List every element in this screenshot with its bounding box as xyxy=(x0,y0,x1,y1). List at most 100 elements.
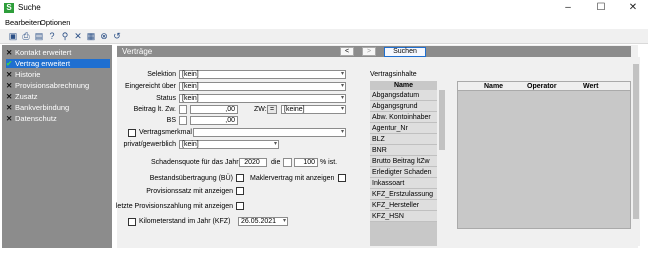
selektion-select[interactable]: [kein] ▾ xyxy=(179,70,346,79)
menu-optionen[interactable]: Optionen xyxy=(40,18,70,27)
list-item[interactable]: BLZ xyxy=(370,134,437,145)
kilometerstand-label: Kilometerstand im Jahr (KFZ) xyxy=(139,218,231,225)
list-item[interactable]: Abgangsgrund xyxy=(370,101,437,112)
privat-select[interactable]: [kein] ▾ xyxy=(179,140,279,149)
title-bar xyxy=(0,0,648,16)
x-icon: ✕ xyxy=(6,81,13,90)
close-button[interactable]: ✕ xyxy=(622,1,644,14)
search-button[interactable]: Suchen xyxy=(384,47,426,57)
list-item[interactable]: Brutto Beitrag ltZw xyxy=(370,156,437,167)
sidebar-item-zusatz[interactable]: ✕ Zusatz xyxy=(6,92,110,101)
x-icon: ✕ xyxy=(6,48,13,57)
list-item[interactable]: KFZ_Hersteller xyxy=(370,200,437,211)
bestand-checkbox[interactable] xyxy=(236,174,244,182)
kilometerstand-date-picker[interactable]: 26.05.2021 ▾ xyxy=(238,217,288,226)
makler-label: Maklervertrag mit anzeigen xyxy=(250,175,335,182)
provsatz-checkbox[interactable] xyxy=(236,187,244,195)
sidebar-item-label: Datenschutz xyxy=(15,114,57,123)
app-icon: S xyxy=(4,3,14,13)
x-icon: ✕ xyxy=(6,103,13,112)
sidebar-item-datenschutz[interactable]: ✕ Datenschutz xyxy=(6,114,110,123)
chevron-down-icon: ▾ xyxy=(340,95,344,101)
help-icon[interactable]: ? xyxy=(47,31,57,41)
zw-operator-button[interactable]: = xyxy=(267,105,277,114)
percent-input[interactable]: 100 xyxy=(294,158,318,167)
status-select[interactable]: [kein] ▾ xyxy=(179,94,346,103)
print-preview-icon[interactable]: ▤ xyxy=(34,31,44,41)
bs-label: BS xyxy=(166,117,176,124)
chevron-down-icon: ▾ xyxy=(340,129,344,135)
list-header-name: Name xyxy=(370,81,437,90)
beitrag-operator[interactable] xyxy=(179,105,187,114)
status-label: Status xyxy=(156,95,176,102)
grid-header-name: Name xyxy=(484,83,504,90)
beitrag-label: Beitrag lt. Zw. xyxy=(133,106,176,113)
beitrag-input[interactable]: ,00 xyxy=(190,105,238,114)
main-scrollbar-thumb[interactable] xyxy=(633,64,639,219)
menu-bearbeiten[interactable]: Bearbeiten xyxy=(5,18,41,27)
x-icon: ✕ xyxy=(6,92,13,101)
sidebar-item-label: Kontakt erweitert xyxy=(15,48,72,57)
letzte-provision-label: letzte Provisionszahlung mit anzeigen xyxy=(115,203,233,210)
save-icon[interactable]: ▣ xyxy=(8,31,18,41)
check-icon: ✔ xyxy=(6,59,13,68)
maximize-button[interactable]: ☐ xyxy=(590,1,612,14)
sidebar-item-label: Zusatz xyxy=(15,92,38,101)
chevron-down-icon: ▾ xyxy=(273,141,277,147)
sidebar-item-label: Historie xyxy=(15,70,41,79)
privat-label: privat/gewerblich xyxy=(123,141,176,148)
letzte-provision-checkbox[interactable] xyxy=(236,202,244,210)
sidebar-item-label: Bankverbindung xyxy=(15,103,70,112)
schadensquote-operator[interactable] xyxy=(283,158,292,167)
provsatz-label: Provisionssatz mit anzeigen xyxy=(146,188,233,195)
sidebar-item-historie[interactable]: ✕ Historie xyxy=(6,70,110,79)
criteria-grid[interactable] xyxy=(457,81,631,229)
vertragsmerkmal-checkbox[interactable] xyxy=(128,129,136,137)
selektion-label: Selektion xyxy=(147,71,176,78)
vertragsinhalte-list[interactable]: Name Abgangsdatum Abgangsgrund Abw. Kont… xyxy=(370,81,437,246)
schadensquote-year-input[interactable]: 2020 xyxy=(239,158,267,167)
sidebar-item-vertrag-erweitert[interactable]: ✔ Vertrag erweitert xyxy=(6,59,110,68)
cancel-icon[interactable]: ⊗ xyxy=(99,31,109,41)
list-scrollbar-thumb[interactable] xyxy=(439,90,445,150)
x-icon: ✕ xyxy=(6,114,13,123)
list-item[interactable]: Inkassoart xyxy=(370,178,437,189)
vertragsinhalte-title: Vertragsinhalte xyxy=(370,71,417,78)
chevron-down-icon: ▾ xyxy=(340,83,344,89)
print-icon[interactable]: ⎙ xyxy=(21,31,31,41)
grid-header-operator: Operator xyxy=(527,83,557,90)
sidebar-item-label: Vertrag erweitert xyxy=(15,59,71,68)
chevron-down-icon: ▾ xyxy=(340,106,344,112)
list-item[interactable]: Abgangsdatum xyxy=(370,90,437,101)
eingereicht-select[interactable]: [kein] ▾ xyxy=(179,82,346,91)
schadensquote-label: Schadensquote für das Jahr xyxy=(151,159,239,166)
kilometerstand-checkbox[interactable] xyxy=(128,218,136,226)
grid-header-wert: Wert xyxy=(583,83,599,90)
vertragsmerkmal-label: Vertragsmerkmal xyxy=(139,129,192,136)
eingereicht-label: Eingereicht über xyxy=(125,83,176,90)
search-icon[interactable]: ⚲ xyxy=(60,31,70,41)
prev-button[interactable]: < xyxy=(340,47,354,56)
sidebar-item-bankverbindung[interactable]: ✕ Bankverbindung xyxy=(6,103,110,112)
list-item[interactable]: Abw. Kontoinhaber xyxy=(370,112,437,123)
makler-checkbox[interactable] xyxy=(338,174,346,182)
bs-operator[interactable] xyxy=(179,116,187,125)
zw-select[interactable]: [keine] ▾ xyxy=(281,105,346,114)
sidebar-item-provisionsabrechnung[interactable]: ✕ Provisionsabrechnung xyxy=(6,81,110,90)
delete-icon[interactable]: ✕ xyxy=(73,31,83,41)
minimize-button[interactable]: – xyxy=(557,1,579,14)
vertragsmerkmal-select[interactable]: ▾ xyxy=(193,128,346,137)
list-item[interactable]: Erledigter Schaden xyxy=(370,167,437,178)
list-item[interactable]: BNR xyxy=(370,145,437,156)
bs-input[interactable]: ,00 xyxy=(190,116,238,125)
list-item[interactable]: KFZ_Erstzulassung xyxy=(370,189,437,200)
next-button[interactable]: > xyxy=(362,47,376,56)
list-item[interactable]: Agentur_Nr xyxy=(370,123,437,134)
calculator-icon[interactable]: ▦ xyxy=(86,31,96,41)
percent-label: % ist. xyxy=(320,159,338,166)
reset-icon[interactable]: ↺ xyxy=(112,31,122,41)
chevron-down-icon: ▾ xyxy=(340,71,344,77)
sidebar-item-kontakt-erweitert[interactable]: ✕ Kontakt erweitert xyxy=(6,48,110,57)
list-item[interactable]: KFZ_HSN xyxy=(370,211,437,222)
zw-label: ZW: xyxy=(254,106,267,113)
